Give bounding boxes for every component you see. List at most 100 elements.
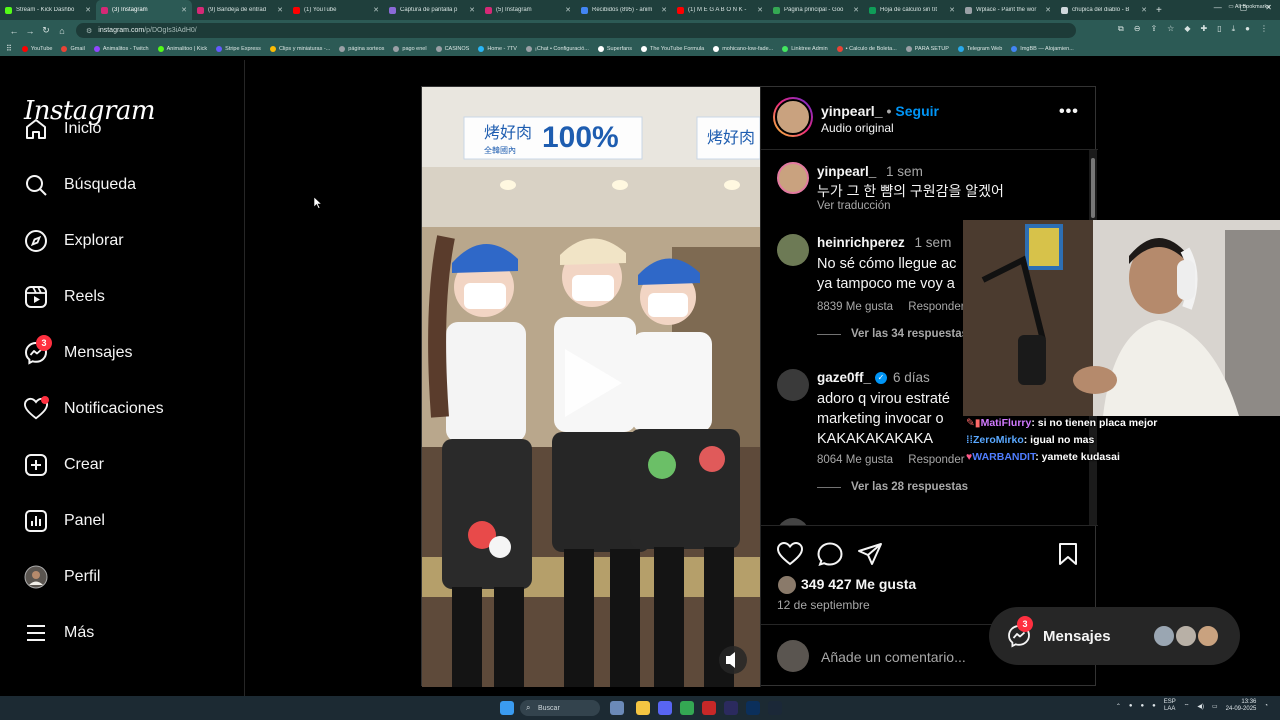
translate-icon[interactable]: ⧉	[1118, 24, 1124, 34]
browser-tab[interactable]: Captura de pantalla p ✕	[384, 0, 480, 20]
reply-button[interactable]: Responder	[908, 454, 964, 466]
minimize-icon[interactable]: —	[1214, 3, 1222, 12]
address-bar[interactable]: ⚙ instagram.com/p/DOgIs3iAdH0/	[76, 23, 1076, 38]
bookmark-item[interactable]: Superfans	[597, 45, 632, 52]
bookmark-item[interactable]: Home - 7TV	[478, 45, 517, 52]
sidebar-item-mas[interactable]: Más	[24, 618, 224, 648]
sidebar-item-mensajes[interactable]: 3 Mensajes	[24, 335, 224, 368]
audio-label[interactable]: Audio original	[821, 121, 894, 135]
share-send-icon[interactable]	[857, 542, 883, 566]
tray-app-icon[interactable]: ●	[1129, 703, 1133, 709]
tab-close-icon[interactable]: ✕	[853, 6, 859, 14]
browser-tab[interactable]: (3) Instagram ✕	[96, 0, 192, 20]
kebab-menu-icon[interactable]: ⋮	[1260, 24, 1268, 34]
profile-avatar-icon[interactable]: ●	[1245, 24, 1250, 34]
all-bookmarks[interactable]: ▭ All Bookmarks	[1228, 4, 1270, 10]
comment-input[interactable]: Añade un comentario...	[821, 649, 966, 665]
comment-author[interactable]: gaze0ff_	[817, 370, 871, 385]
forward-icon[interactable]: →	[22, 26, 38, 36]
browser-tab[interactable]: (1) M E G A B O N K - ✕	[672, 0, 768, 20]
tab-close-icon[interactable]: ✕	[277, 6, 283, 14]
author-avatar[interactable]	[773, 97, 813, 137]
likes-count[interactable]: 349 427 Me gusta	[801, 576, 916, 592]
extension-icon[interactable]: ◆	[1184, 24, 1190, 34]
tab-close-icon[interactable]: ✕	[469, 6, 475, 14]
battery-icon[interactable]: ▭	[1212, 703, 1218, 710]
bookmark-item[interactable]: Clips y miniaturas -...	[269, 45, 330, 52]
bookmark-item[interactable]: mohicano-low-fade...	[713, 45, 773, 52]
sidebar-item-inicio[interactable]: Inicio	[24, 114, 224, 144]
more-options-icon[interactable]: •••	[1059, 103, 1079, 121]
steam-icon[interactable]	[768, 701, 782, 715]
comment-likes[interactable]: 8064 Me gusta	[817, 454, 893, 466]
bookmark-item[interactable]: Stripe Express	[216, 45, 261, 52]
bookmark-item[interactable]: ¡Chat • Configuració...	[525, 45, 589, 52]
comment-avatar[interactable]	[777, 369, 809, 401]
bookmark-item[interactable]: • Calculo de Boleta...	[836, 45, 897, 52]
bookmark-item[interactable]: Animalitos - Twitch	[93, 45, 149, 52]
browser-tab[interactable]: Wplace - Paint the wor ✕	[960, 0, 1056, 20]
volume-icon[interactable]: ◀)	[1197, 703, 1204, 710]
browser-tab[interactable]: Hoja de cálculo sin tít ✕	[864, 0, 960, 20]
comment-avatar[interactable]	[777, 234, 809, 266]
back-icon[interactable]: ←	[6, 26, 22, 36]
widgets-icon[interactable]	[610, 701, 624, 715]
share-icon[interactable]: ⇪	[1150, 24, 1157, 34]
tray-app-icon[interactable]: ●	[1152, 703, 1156, 709]
sidebar-item-busqueda[interactable]: Búsqueda	[24, 170, 224, 200]
tab-close-icon[interactable]: ✕	[1141, 6, 1147, 14]
browser-tab[interactable]: Stream - Kick Dashbo ✕	[0, 0, 96, 20]
bookmark-item[interactable]: The YouTube Formula	[640, 45, 704, 52]
browser-tab[interactable]: (1) YouTube ✕	[288, 0, 384, 20]
sidebar-item-crear[interactable]: Crear	[24, 450, 224, 480]
tab-close-icon[interactable]: ✕	[757, 6, 763, 14]
bookmark-item[interactable]: Telegram Web	[957, 45, 1002, 52]
bookmark-item[interactable]: CASINOS	[435, 45, 469, 52]
tab-close-icon[interactable]: ✕	[1045, 6, 1051, 14]
see-translation-link[interactable]: Ver traducción	[817, 200, 891, 212]
home-page-icon[interactable]: ⌂	[54, 26, 70, 36]
download-icon[interactable]: ⤓	[1232, 24, 1236, 34]
browser-tab[interactable]: Página principal - Goo ✕	[768, 0, 864, 20]
bookmark-item[interactable]: página sorteos	[339, 45, 384, 52]
caption-avatar[interactable]	[777, 162, 809, 194]
chrome-icon[interactable]	[680, 701, 694, 715]
tab-close-icon[interactable]: ✕	[949, 6, 955, 14]
tab-close-icon[interactable]: ✕	[565, 6, 571, 14]
obs-icon[interactable]	[702, 701, 716, 715]
bookmark-item[interactable]: Gmail	[61, 45, 85, 52]
discord-icon[interactable]	[658, 701, 672, 715]
browser-tab[interactable]: Recibidos (895) - anim ✕	[576, 0, 672, 20]
reload-icon[interactable]: ↻	[38, 25, 54, 36]
reel-video[interactable]: 烤好肉 100% 全韓國內 烤好肉	[422, 87, 760, 687]
photoshop-icon[interactable]	[746, 701, 760, 715]
site-info-icon[interactable]: ⚙	[86, 27, 92, 35]
apps-icon[interactable]: ⠿	[6, 44, 12, 53]
notification-bell-icon[interactable]: ◔	[1264, 703, 1268, 709]
new-tab-button[interactable]: +	[1156, 5, 1162, 16]
save-bookmark-icon[interactable]	[1057, 542, 1079, 566]
start-windows-icon[interactable]	[500, 701, 514, 715]
sidebar-item-perfil[interactable]: Perfil	[24, 562, 224, 592]
bookmark-item[interactable]: Linktree Admin	[782, 45, 828, 52]
wifi-icon[interactable]: ⌔	[1184, 702, 1190, 710]
tray-app-icon[interactable]: ●	[1140, 703, 1144, 709]
author-name[interactable]: yinpearl_	[821, 103, 882, 119]
file-explorer-icon[interactable]	[636, 701, 650, 715]
bookmark-item[interactable]: YouTube	[21, 45, 52, 52]
comment-icon[interactable]	[817, 542, 843, 566]
tab-close-icon[interactable]: ✕	[181, 6, 187, 14]
puzzle-icon[interactable]: ✚	[1201, 24, 1208, 34]
bookmark-star-icon[interactable]: ☆	[1167, 24, 1174, 34]
browser-tab[interactable]: (5) Instagram ✕	[480, 0, 576, 20]
taskbar-search[interactable]: ⌕ Buscar	[520, 700, 600, 716]
comment-likes[interactable]: 8839 Me gusta	[817, 301, 893, 313]
comment-avatar[interactable]	[777, 518, 809, 525]
bookmark-item[interactable]: pago enel	[393, 45, 427, 52]
view-replies-link[interactable]: Ver las 28 respuestas	[851, 481, 968, 493]
comment-author[interactable]: heinrichperez	[817, 235, 905, 250]
like-heart-icon[interactable]	[777, 542, 803, 566]
language-indicator[interactable]: ESP LAA	[1164, 699, 1176, 713]
sidebar-item-notificaciones[interactable]: Notificaciones	[23, 394, 224, 424]
zoom-icon[interactable]: ⊖	[1134, 24, 1141, 34]
